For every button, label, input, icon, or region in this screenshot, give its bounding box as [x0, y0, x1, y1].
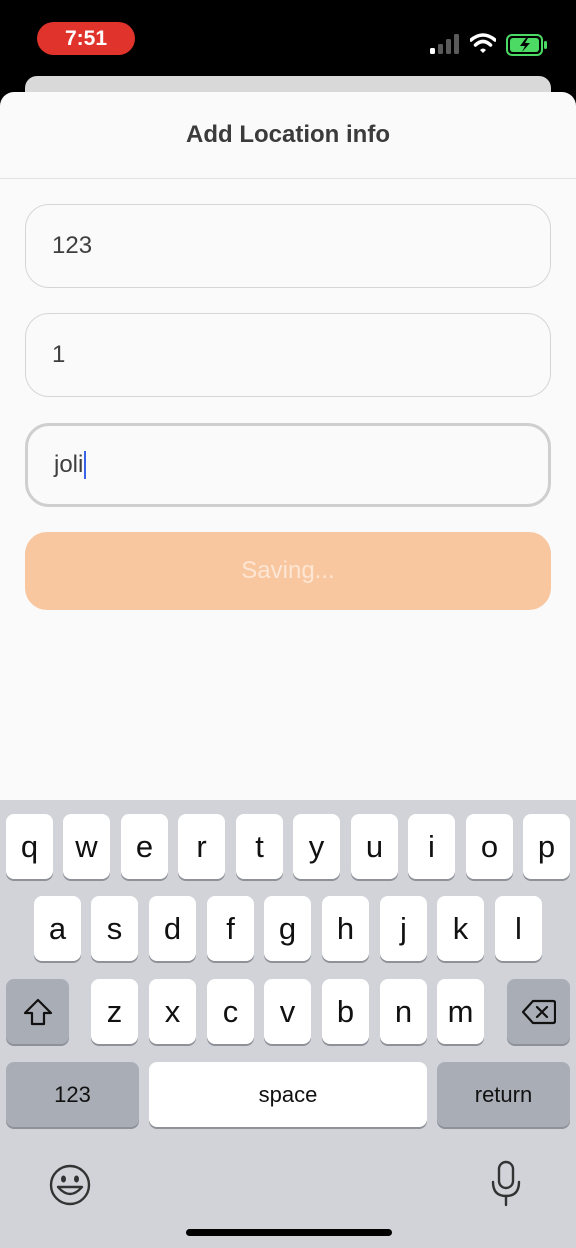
key-i[interactable]: i [408, 814, 455, 879]
key-w[interactable]: w [63, 814, 110, 879]
emoji-icon[interactable] [48, 1163, 92, 1207]
wifi-icon [470, 33, 496, 53]
backspace-key[interactable] [507, 979, 570, 1044]
sheet-title: Add Location info [186, 121, 390, 148]
key-c[interactable]: c [207, 979, 254, 1044]
key-b[interactable]: b [322, 979, 369, 1044]
numbers-key[interactable]: 123 [6, 1062, 139, 1127]
key-q[interactable]: q [6, 814, 53, 879]
key-y[interactable]: y [293, 814, 340, 879]
key-m[interactable]: m [437, 979, 484, 1044]
location-input-2[interactable] [52, 341, 550, 369]
shift-key[interactable] [6, 979, 69, 1044]
location-field-2[interactable] [25, 313, 551, 397]
key-v[interactable]: v [264, 979, 311, 1044]
key-k[interactable]: k [437, 896, 484, 961]
location-field-3[interactable]: joli [25, 423, 551, 507]
key-j[interactable]: j [380, 896, 427, 961]
return-key[interactable]: return [437, 1062, 570, 1127]
key-d[interactable]: d [149, 896, 196, 961]
backspace-icon [521, 999, 556, 1024]
sheet-header: Add Location info [0, 92, 576, 179]
key-n[interactable]: n [380, 979, 427, 1044]
saving-button[interactable]: Saving... [25, 532, 551, 610]
key-h[interactable]: h [322, 896, 369, 961]
key-p[interactable]: p [523, 814, 570, 879]
location-field-1[interactable] [25, 204, 551, 288]
key-s[interactable]: s [91, 896, 138, 961]
shift-icon [23, 998, 52, 1025]
status-bar: 7:51 [0, 0, 576, 80]
location-input-1[interactable] [52, 232, 550, 260]
key-t[interactable]: t [236, 814, 283, 879]
key-r[interactable]: r [178, 814, 225, 879]
key-o[interactable]: o [466, 814, 513, 879]
home-indicator [186, 1229, 392, 1236]
space-key[interactable]: space [149, 1062, 427, 1127]
key-e[interactable]: e [121, 814, 168, 879]
location-input-3-value[interactable]: joli [54, 451, 83, 479]
key-l[interactable]: l [495, 896, 542, 961]
battery-charging-icon [506, 34, 547, 56]
key-z[interactable]: z [91, 979, 138, 1044]
key-g[interactable]: g [264, 896, 311, 961]
key-a[interactable]: a [34, 896, 81, 961]
microphone-icon[interactable] [490, 1160, 522, 1208]
key-f[interactable]: f [207, 896, 254, 961]
key-u[interactable]: u [351, 814, 398, 879]
keyboard: q w e r t y u i o p a s d f g h j k l z … [0, 800, 576, 1248]
text-caret [84, 451, 87, 479]
status-time: 7:51 [37, 22, 135, 55]
cellular-signal-icon [430, 34, 459, 54]
key-x[interactable]: x [149, 979, 196, 1044]
